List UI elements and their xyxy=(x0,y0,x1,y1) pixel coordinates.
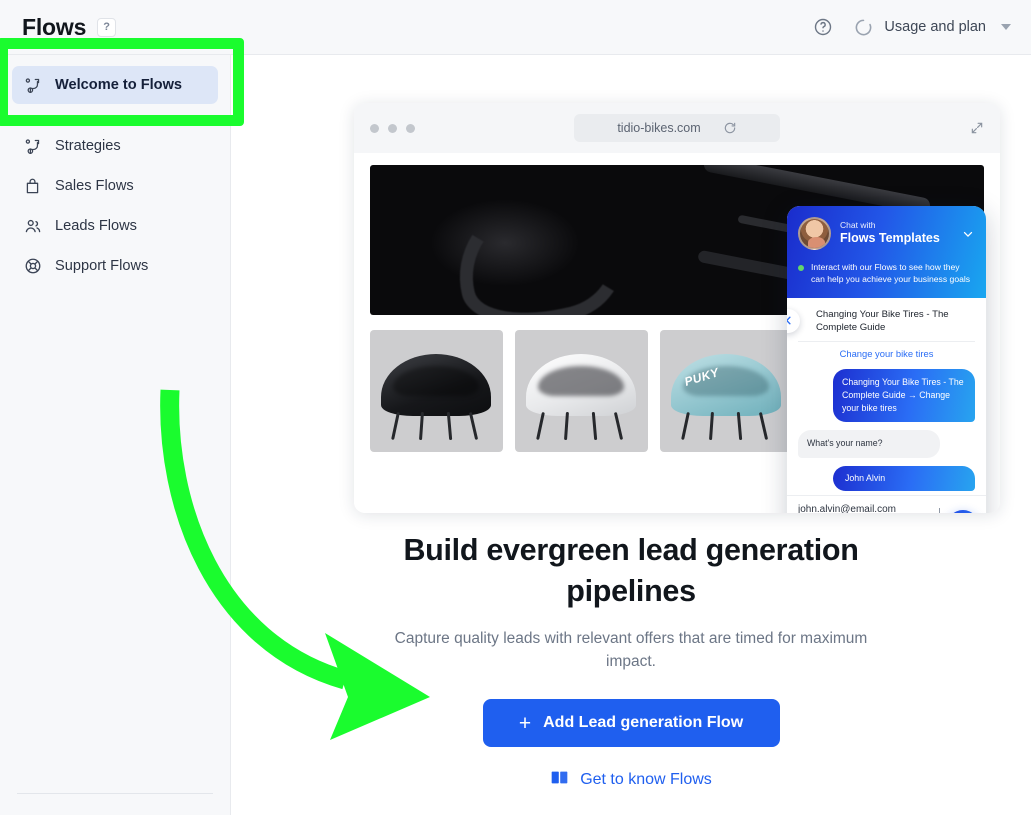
helmet-straps xyxy=(390,411,482,442)
chat-message-list: Changing Your Bike Tires - The Complete … xyxy=(787,297,986,495)
sidebar-item-label: Sales Flows xyxy=(55,178,134,194)
hero-subheading: Capture quality leads with relevant offe… xyxy=(394,629,868,670)
chat-composer: john.alvin@email.com xyxy=(787,495,986,513)
helmet-straps xyxy=(535,411,627,442)
sidebar-item-sales-flows[interactable]: Sales Flows xyxy=(12,167,218,205)
traffic-dot-minimize xyxy=(388,123,397,133)
sidebar: Welcome to Flows Strategies Sales Flows … xyxy=(0,55,231,815)
chat-message-user: John Alvin xyxy=(833,465,975,491)
sidebar-item-support-flows[interactable]: Support Flows xyxy=(12,247,218,285)
browser-preview-mockup: tidio-bikes.com PUKY Chat with Flows Tem… xyxy=(354,103,1000,513)
chat-message-user: Changing Your Bike Tires - The Complete … xyxy=(833,368,975,423)
browser-chrome-bar: tidio-bikes.com xyxy=(354,103,1000,153)
traffic-dot-close xyxy=(370,123,379,133)
traffic-dot-maximize xyxy=(406,123,415,133)
chat-widget-header: Chat with Flows Templates Interact with … xyxy=(787,206,986,298)
plus-icon: + xyxy=(518,711,532,735)
sidebar-item-label: Support Flows xyxy=(55,258,149,274)
add-lead-generation-flow-button[interactable]: + Add Lead generation Flow xyxy=(482,699,780,748)
page-title: Flows xyxy=(22,13,87,40)
chat-promo-text: Interact with our Flows to see how they … xyxy=(811,262,971,285)
chat-widget: Chat with Flows Templates Interact with … xyxy=(787,206,986,513)
text-cursor-icon xyxy=(939,508,940,513)
article-card-title: Changing Your Bike Tires - The Complete … xyxy=(816,308,949,333)
chevron-down-icon[interactable] xyxy=(961,227,975,241)
usage-and-plan-label: Usage and plan xyxy=(884,19,986,35)
application-window: Flows ? Usage and plan Welcome to Flows … xyxy=(0,0,1031,815)
hero-copy-block: Build evergreen lead generation pipeline… xyxy=(231,530,1031,792)
add-lead-generation-flow-label: Add Lead generation Flow xyxy=(543,714,744,732)
sidebar-divider xyxy=(17,115,213,116)
book-icon xyxy=(550,768,569,792)
sidebar-item-welcome-to-flows[interactable]: Welcome to Flows xyxy=(12,66,218,104)
get-to-know-flows-label: Get to know Flows xyxy=(580,771,712,789)
helmet-straps xyxy=(680,411,772,442)
product-tile-black-helmet[interactable] xyxy=(370,330,503,452)
article-card-link[interactable]: Change your bike tires xyxy=(798,340,975,361)
traffic-light-dots xyxy=(354,123,415,133)
sidebar-item-label: Leads Flows xyxy=(55,218,137,234)
black-road-helmet xyxy=(381,354,491,416)
top-header: Flows ? Usage and plan xyxy=(0,0,1031,55)
product-tile-teal-helmet[interactable]: PUKY xyxy=(660,330,793,452)
lifebuoy-icon xyxy=(23,257,42,276)
chat-message-input[interactable]: john.alvin@email.com xyxy=(798,504,975,513)
chat-message-bot: What's your name? xyxy=(798,430,940,458)
reload-icon[interactable] xyxy=(723,121,737,135)
sidebar-item-strategies[interactable]: Strategies xyxy=(12,127,218,165)
chevron-down-icon[interactable] xyxy=(1001,24,1011,30)
white-road-helmet xyxy=(526,354,636,416)
sidebar-item-leads-flows[interactable]: Leads Flows xyxy=(12,207,218,245)
flow-node-icon xyxy=(23,137,42,156)
users-icon xyxy=(23,217,42,236)
sidebar-item-label: Welcome to Flows xyxy=(55,77,183,93)
status-dot-icon xyxy=(798,265,804,271)
chat-eyebrow: Chat with xyxy=(840,220,876,231)
chat-promo-banner: Interact with our Flows to see how they … xyxy=(798,261,975,286)
expand-diagonal-icon[interactable] xyxy=(970,121,984,135)
sidebar-item-label: Strategies xyxy=(55,138,121,154)
header-right-group: Usage and plan xyxy=(811,15,1031,39)
usage-ring-icon xyxy=(851,15,875,39)
question-circle-icon[interactable] xyxy=(811,15,835,39)
browser-address-bar[interactable]: tidio-bikes.com xyxy=(574,114,780,142)
browser-viewport: PUKY Chat with Flows Templates Interact … xyxy=(354,153,1000,513)
header-left-group: Flows ? xyxy=(0,13,117,41)
product-tile-white-helmet[interactable] xyxy=(515,330,648,452)
hero-heading: Build evergreen lead generation pipeline… xyxy=(403,533,859,608)
shopping-bag-icon xyxy=(23,177,42,196)
chat-title: Flows Templates xyxy=(840,231,940,246)
flow-node-icon xyxy=(23,76,42,95)
usage-and-plan-menu[interactable]: Usage and plan xyxy=(851,15,1011,39)
help-badge[interactable]: ? xyxy=(97,17,117,37)
main-content: tidio-bikes.com PUKY Chat with Flows Tem… xyxy=(231,55,1031,815)
sidebar-bottom-divider xyxy=(17,793,213,794)
agent-avatar xyxy=(798,217,831,250)
get-to-know-flows-link[interactable]: Get to know Flows xyxy=(271,768,991,792)
browser-url-text: tidio-bikes.com xyxy=(617,121,701,135)
